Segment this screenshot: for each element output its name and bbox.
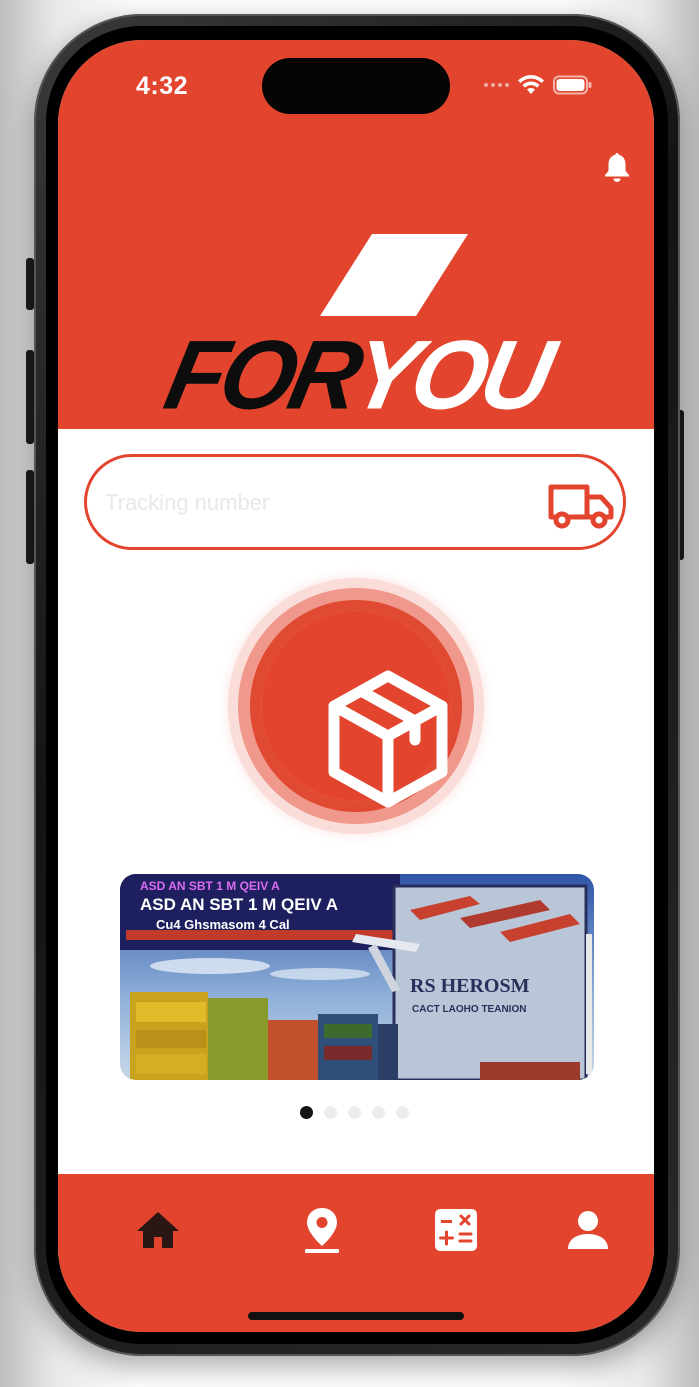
package-icon: [328, 670, 448, 808]
promo-banner[interactable]: ASD AN SBT 1 M QEIV A ASD AN SBT 1 M QEI…: [120, 874, 594, 1080]
header: 4:32 FORYOU: [58, 40, 654, 430]
home-indicator[interactable]: [248, 1312, 464, 1320]
carousel-dot-1[interactable]: [300, 1106, 313, 1119]
carousel-dot-4[interactable]: [372, 1106, 385, 1119]
cellular-signal-icon: [484, 83, 509, 87]
profile-icon: [568, 1211, 608, 1249]
calculator-icon: [435, 1209, 477, 1251]
brand-logo: FORYOU: [157, 321, 559, 430]
battery-icon: [553, 75, 592, 95]
volume-up-button: [26, 350, 34, 444]
track-parcel-button[interactable]: [228, 578, 484, 834]
carousel-dot-2[interactable]: [324, 1106, 337, 1119]
banner-line-0: ASD AN SBT 1 M QEIV A: [140, 879, 280, 893]
banner-line-2: Cu4 Ghsmasom 4 Cal: [156, 917, 290, 932]
nav-location[interactable]: [292, 1200, 352, 1260]
nav-calculator[interactable]: [426, 1200, 486, 1260]
carousel-dot-3[interactable]: [348, 1106, 361, 1119]
bottom-navigation: [58, 1174, 654, 1332]
logo-mark-icon: [320, 234, 468, 316]
carousel-dot-5[interactable]: [396, 1106, 409, 1119]
truck-icon[interactable]: [547, 483, 615, 529]
nav-profile[interactable]: [558, 1200, 618, 1260]
nav-home[interactable]: [128, 1200, 188, 1260]
status-icons: [484, 74, 593, 96]
notification-bell-icon[interactable]: [602, 150, 632, 184]
banner-line-3: RS HEROSM: [410, 975, 530, 997]
tracking-number-input[interactable]: [105, 483, 505, 523]
dynamic-island: [262, 58, 450, 114]
volume-down-button: [26, 470, 34, 564]
phone-screen: 4:32 FORYOU Tracking number ASD AN SBT 1…: [58, 40, 654, 1332]
status-time: 4:32: [136, 72, 189, 100]
silent-switch: [26, 258, 34, 310]
wifi-icon: [518, 75, 544, 94]
banner-line-4: CACT LAOHO TEANION: [412, 1004, 526, 1015]
carousel-pagination: [300, 1106, 409, 1119]
location-pin-icon: [305, 1208, 339, 1253]
logo-text-part2: YOU: [342, 320, 559, 431]
home-icon: [137, 1212, 179, 1248]
logo-text-part1: FOR: [156, 320, 366, 431]
tracking-search-field: [84, 454, 626, 550]
promo-banner-image: ASD AN SBT 1 M QEIV A ASD AN SBT 1 M QEI…: [120, 874, 594, 1080]
banner-line-1: ASD AN SBT 1 M QEIV A: [140, 895, 338, 914]
